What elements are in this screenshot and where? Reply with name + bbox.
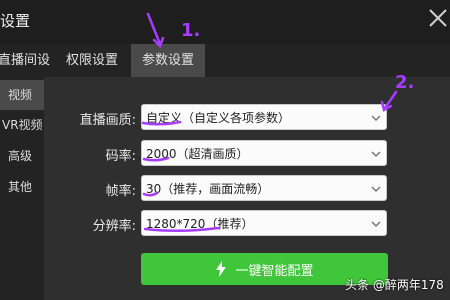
annotation-number-2: 2. <box>395 72 415 93</box>
chevron-down-icon <box>371 186 381 193</box>
sidebar-item-advanced[interactable]: 高级 <box>0 141 44 171</box>
chevron-down-icon <box>371 115 381 122</box>
annotation-number-1: 1. <box>181 20 201 41</box>
bitrate-label: 码率: <box>105 149 136 164</box>
title-bar <box>0 0 450 44</box>
tab-permission-settings[interactable]: 权限设置 <box>56 44 128 77</box>
lightning-bolt-icon <box>216 261 227 277</box>
window-title: 设置 <box>0 12 31 30</box>
close-icon[interactable] <box>427 7 449 29</box>
resolution-value: 1280*720（推荐） <box>146 217 254 231</box>
bitrate-select[interactable]: 2000（超清画质） <box>141 140 387 166</box>
framerate-label: 帧率: <box>105 184 136 199</box>
tab-parameter-settings[interactable]: 参数设置 <box>131 44 205 77</box>
quality-select[interactable]: 自定义（自定义各项参数） <box>141 104 387 130</box>
framerate-value: 30（推荐，画面流畅） <box>146 182 270 196</box>
chevron-down-icon <box>371 221 381 228</box>
sidebar-item-video[interactable]: 视频 <box>0 80 44 110</box>
framerate-select[interactable]: 30（推荐，画面流畅） <box>141 175 387 201</box>
chevron-down-icon <box>371 151 381 158</box>
smart-config-button-label: 一键智能配置 <box>235 263 314 279</box>
watermark: 头条 @醉两年178 <box>345 278 444 292</box>
bitrate-value: 2000（超清画质） <box>146 147 249 161</box>
sidebar-item-other[interactable]: 其他 <box>0 172 44 202</box>
quality-label: 直播画质: <box>79 113 136 128</box>
resolution-select[interactable]: 1280*720（推荐） <box>141 210 387 236</box>
resolution-label: 分辨率: <box>92 219 136 234</box>
sidebar-item-vr-video[interactable]: VR视频 <box>0 110 44 140</box>
tab-live-room-settings[interactable]: 直播间设置 <box>0 44 56 101</box>
quality-value: 自定义（自定义各项参数） <box>146 111 291 125</box>
